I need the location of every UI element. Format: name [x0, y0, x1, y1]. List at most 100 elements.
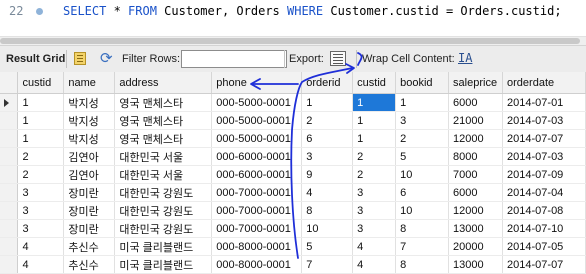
cell-orderid[interactable]: 4: [301, 183, 354, 202]
cell-name[interactable]: 김연아: [63, 165, 116, 184]
cell-phone[interactable]: 000-7000-0001: [211, 219, 303, 238]
cell-custid-2[interactable]: 1: [352, 93, 397, 112]
row-header[interactable]: [0, 183, 19, 202]
cell-custid[interactable]: 3: [17, 219, 65, 238]
cell-phone[interactable]: 000-5000-0001: [211, 93, 303, 112]
cell-name[interactable]: 김연아: [63, 147, 116, 166]
cell-custid[interactable]: 2: [17, 147, 65, 166]
cell-name[interactable]: 박지성: [63, 93, 116, 112]
cell-phone[interactable]: 000-8000-0001: [211, 237, 303, 256]
wrap-cell-content-icon[interactable]: IA: [458, 51, 472, 66]
table-row[interactable]: 3 장미란 대한민국 강원도 000-7000-0001 4 3 6 6000 2014-07-…: [0, 183, 586, 202]
cell-address[interactable]: 대한민국 서울: [114, 147, 213, 166]
cell-bookid[interactable]: 8: [395, 255, 450, 274]
cell-custid-2[interactable]: 3: [352, 183, 397, 202]
column-header-bookid[interactable]: bookid: [395, 72, 450, 94]
cell-saleprice[interactable]: 8000: [448, 147, 504, 166]
cell-phone[interactable]: 000-6000-0001: [211, 147, 303, 166]
cell-saleprice[interactable]: 12000: [448, 129, 504, 148]
cell-name[interactable]: 추신수: [63, 255, 116, 274]
cell-phone[interactable]: 000-5000-0001: [211, 111, 303, 130]
cell-orderdate[interactable]: 2014-07-03: [502, 111, 586, 130]
cell-orderdate[interactable]: 2014-07-07: [502, 255, 586, 274]
cell-custid[interactable]: 4: [17, 237, 65, 256]
row-header[interactable]: [0, 93, 19, 112]
cell-saleprice[interactable]: 20000: [448, 237, 504, 256]
row-header[interactable]: [0, 147, 19, 166]
cell-bookid[interactable]: 5: [395, 147, 450, 166]
table-row[interactable]: 4 추신수 미국 클리블랜드 000-8000-0001 7 4 8 13000 2014-07…: [0, 255, 586, 274]
cell-custid[interactable]: 3: [17, 183, 65, 202]
cell-address[interactable]: 대한민국 강원도: [114, 201, 213, 220]
sql-editor[interactable]: 22 SELECT * FROM Customer, Orders WHERE …: [0, 0, 586, 28]
column-header-custid-2[interactable]: custid: [352, 72, 397, 94]
cell-bookid[interactable]: 1: [395, 93, 450, 112]
cell-orderid[interactable]: 2: [301, 111, 354, 130]
column-header-phone[interactable]: phone: [211, 72, 303, 94]
cell-bookid[interactable]: 10: [395, 201, 450, 220]
cell-orderdate[interactable]: 2014-07-08: [502, 201, 586, 220]
column-header-name[interactable]: name: [63, 72, 116, 94]
cell-custid-2[interactable]: 4: [352, 255, 397, 274]
cell-orderdate[interactable]: 2014-07-09: [502, 165, 586, 184]
cell-custid[interactable]: 2: [17, 165, 65, 184]
cell-phone[interactable]: 000-6000-0001: [211, 165, 303, 184]
cell-custid-2[interactable]: 3: [352, 201, 397, 220]
table-row[interactable]: 3 장미란 대한민국 강원도 000-7000-0001 10 3 8 13000 2014-0…: [0, 219, 586, 238]
cell-orderdate[interactable]: 2014-07-10: [502, 219, 586, 238]
cell-address[interactable]: 영국 맨체스타: [114, 129, 213, 148]
cell-address[interactable]: 미국 클리블랜드: [114, 237, 213, 256]
result-grid-tab[interactable]: Result Grid: [6, 46, 65, 72]
cell-orderid[interactable]: 9: [301, 165, 354, 184]
cell-saleprice[interactable]: 13000: [448, 255, 504, 274]
cell-orderdate[interactable]: 2014-07-07: [502, 129, 586, 148]
cell-saleprice[interactable]: 12000: [448, 201, 504, 220]
cell-phone[interactable]: 000-7000-0001: [211, 201, 303, 220]
cell-orderid[interactable]: 10: [301, 219, 354, 238]
cell-orderdate[interactable]: 2014-07-01: [502, 93, 586, 112]
cell-name[interactable]: 장미란: [63, 201, 116, 220]
grid-view-icon[interactable]: [74, 52, 86, 65]
cell-address[interactable]: 미국 클리블랜드: [114, 255, 213, 274]
cell-orderid[interactable]: 5: [301, 237, 354, 256]
row-header[interactable]: [0, 129, 19, 148]
row-header[interactable]: [0, 201, 19, 220]
cell-custid[interactable]: 4: [17, 255, 65, 274]
cell-bookid[interactable]: 2: [395, 129, 450, 148]
cell-custid[interactable]: 1: [17, 93, 65, 112]
table-row[interactable]: 3 장미란 대한민국 강원도 000-7000-0001 8 3 10 12000 2014-0…: [0, 201, 586, 220]
cell-orderdate[interactable]: 2014-07-03: [502, 147, 586, 166]
column-header-orderdate[interactable]: orderdate: [502, 72, 586, 94]
row-header[interactable]: [0, 237, 19, 256]
cell-phone[interactable]: 000-5000-0001: [211, 129, 303, 148]
cell-custid-2[interactable]: 3: [352, 219, 397, 238]
filter-rows-input[interactable]: [181, 50, 287, 68]
cell-saleprice[interactable]: 6000: [448, 183, 504, 202]
cell-orderid[interactable]: 7: [301, 255, 354, 274]
column-header-orderid[interactable]: orderid: [301, 72, 354, 94]
cell-custid-2[interactable]: 1: [352, 111, 397, 130]
cell-name[interactable]: 장미란: [63, 183, 116, 202]
cell-custid-2[interactable]: 2: [352, 147, 397, 166]
cell-name[interactable]: 장미란: [63, 219, 116, 238]
cell-address[interactable]: 대한민국 강원도: [114, 183, 213, 202]
sql-statement[interactable]: SELECT * FROM Customer, Orders WHERE Cus…: [63, 4, 562, 18]
cell-orderdate[interactable]: 2014-07-05: [502, 237, 586, 256]
table-row[interactable]: 1 박지성 영국 맨체스타 000-5000-0001 2 1 3 21000 2014-07-…: [0, 111, 586, 130]
cell-name[interactable]: 박지성: [63, 129, 116, 148]
table-row[interactable]: 2 김연아 대한민국 서울 000-6000-0001 9 2 10 7000 2014-07-…: [0, 165, 586, 184]
cell-bookid[interactable]: 6: [395, 183, 450, 202]
column-header-address[interactable]: address: [114, 72, 213, 94]
table-row[interactable]: 1 박지성 영국 맨체스타 000-5000-0001 6 1 2 12000 2014-07-…: [0, 129, 586, 148]
cell-phone[interactable]: 000-8000-0001: [211, 255, 303, 274]
cell-custid-2[interactable]: 4: [352, 237, 397, 256]
table-row[interactable]: 4 추신수 미국 클리블랜드 000-8000-0001 5 4 7 20000 2014-07…: [0, 237, 586, 256]
row-header[interactable]: [0, 111, 19, 130]
cell-address[interactable]: 대한민국 서울: [114, 165, 213, 184]
column-header-custid[interactable]: custid: [17, 72, 65, 94]
row-header[interactable]: [0, 165, 19, 184]
cell-orderid[interactable]: 6: [301, 129, 354, 148]
cell-phone[interactable]: 000-7000-0001: [211, 183, 303, 202]
export-icon[interactable]: [330, 51, 346, 66]
cell-saleprice[interactable]: 7000: [448, 165, 504, 184]
